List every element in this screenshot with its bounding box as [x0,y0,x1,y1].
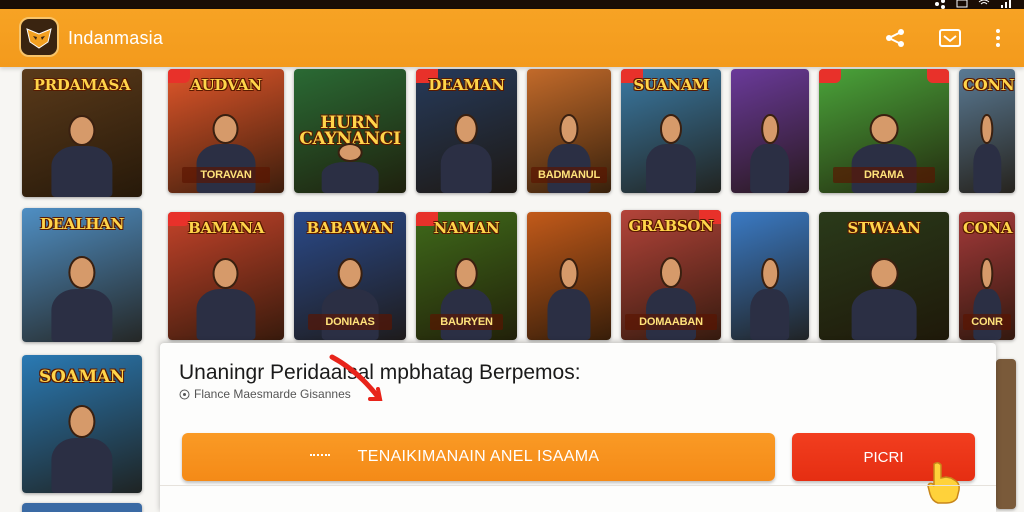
game-tile[interactable]: NAMAN BAURYEN [416,212,517,340]
game-tile[interactable]: BABAWAN DONIAAS [294,212,406,340]
share-button[interactable] [882,25,908,51]
game-character [194,258,259,340]
play-button-label: PICRI [863,448,904,466]
wifi-icon [978,0,990,5]
mail-icon [956,0,968,8]
game-tile[interactable]: SOAMAN [22,355,142,493]
game-character [319,143,382,193]
game-title: SUANAM [633,76,709,94]
game-tile[interactable]: STWAAN [819,212,949,340]
game-subtitle: DOMAABAN [625,314,717,330]
game-character [748,258,792,340]
info-icon [179,389,190,399]
primary-action-label: TENAIKIMANAIN ANEL ISAAMA [357,448,600,465]
game-title: AUDVAN [190,76,262,94]
game-tile[interactable]: CONN [959,69,1015,193]
game-title: BAMANA [187,219,265,237]
game-subtitle: DRAMA [833,167,935,183]
hand-pointer-icon [927,461,960,504]
button-dots-decoration [310,454,330,458]
game-subtitle: BAURYEN [430,314,503,330]
new-badge [819,69,841,83]
more-options-button[interactable] [985,25,1011,51]
game-title: DEAMAN [428,76,505,94]
panel-divider [160,485,996,486]
signal-icon [1001,0,1011,8]
game-title: NAMAN [433,219,500,237]
game-tile[interactable]: GRABSON DOMAABAN [621,210,721,340]
game-character [48,256,115,342]
game-tile[interactable]: BAMANA [168,212,284,340]
app-toolbar: Indanmasia [0,9,1024,67]
game-character [48,404,115,493]
primary-action-button[interactable]: TENAIKIMANAIN ANEL ISAAMA [182,433,775,481]
app-logo[interactable] [19,17,59,57]
game-character [848,258,921,340]
game-title: HURN CAYNANCI [299,113,401,149]
red-arrow-annotation [329,354,383,401]
game-tile[interactable] [527,212,611,340]
game-character [643,113,699,193]
status-bar [0,0,1024,9]
game-tile[interactable]: BADMANUL [527,69,611,193]
game-subtitle: DONIAAS [308,314,392,330]
game-title: DEALHAN [39,215,125,233]
status-icons [934,0,1012,9]
panel-subtitle-row: Flance Maesmarde Gisannes [179,387,351,401]
inbox-icon [939,29,961,47]
hot-badge [927,69,949,83]
promo-panel: Unaningr Peridaalsal mpbhatag Berpemos: … [160,343,996,512]
game-title: GRABSON [628,217,714,235]
game-tile[interactable]: HURN CAYNANCI [294,69,406,193]
game-tile[interactable]: DEAMAN [416,69,517,193]
game-title: PRDAMASA [33,76,131,94]
share-icon [886,29,904,47]
game-title: SOAMAN [38,367,126,387]
game-subtitle: CONR [963,314,1011,330]
game-tile[interactable]: DEALHAN [22,208,142,342]
game-tile[interactable] [22,503,142,512]
game-tile[interactable] [731,212,809,340]
game-subtitle: BADMANUL [531,167,607,183]
game-tile[interactable]: PRDAMASA [22,69,142,197]
game-title: CONN [963,76,1015,94]
game-title: STWAAN [847,219,921,237]
game-tile[interactable] [731,69,809,193]
game-tile[interactable]: SUANAM [621,69,721,193]
game-tile[interactable]: CONA CONR [959,212,1015,340]
game-character [748,113,792,193]
inbox-button[interactable] [937,25,963,51]
game-character [48,115,115,197]
game-tile[interactable]: DRAMA [819,69,949,193]
game-tile[interactable] [996,359,1016,509]
game-title: CONA [963,219,1013,237]
share-icon [935,0,945,9]
game-character [438,113,495,193]
more-vert-icon [996,29,1000,47]
game-tile[interactable]: AUDVAN TORAVAN [168,69,284,193]
game-character [545,258,592,340]
game-character [971,113,1002,193]
mask-logo-icon [26,28,52,49]
game-title: BABAWAN [306,219,394,237]
game-subtitle: TORAVAN [182,167,270,183]
app-title: Indanmasia [68,28,164,48]
